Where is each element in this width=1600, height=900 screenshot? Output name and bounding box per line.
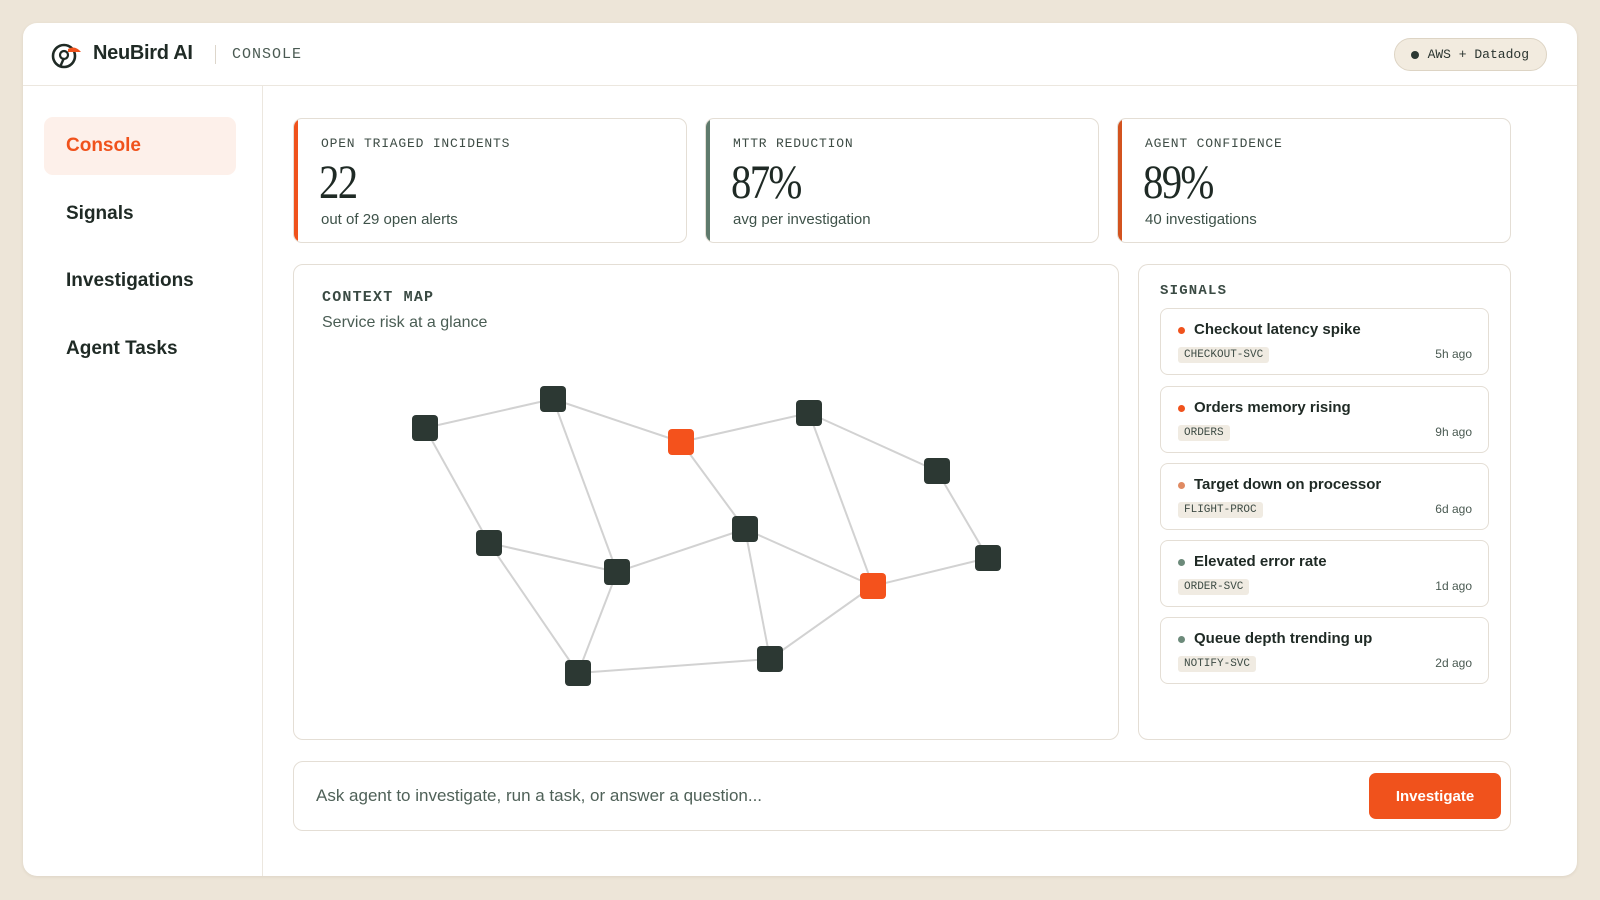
stat-value: 22 xyxy=(319,156,358,209)
signal-title: Queue depth trending up xyxy=(1194,630,1373,647)
sidebar-item-label: Console xyxy=(66,135,141,156)
sidebar: Console Signals Investigations Agent Tas… xyxy=(23,86,263,876)
signal-title: Orders memory rising xyxy=(1194,399,1351,416)
stat-subtext: out of 29 open alerts xyxy=(321,211,458,228)
graph-edge xyxy=(872,557,989,587)
sidebar-item-label: Signals xyxy=(66,203,134,224)
service-node[interactable] xyxy=(757,646,783,672)
neubird-logo-icon xyxy=(51,43,81,69)
signal-time: 2d ago xyxy=(1435,656,1472,670)
service-node[interactable] xyxy=(924,458,950,484)
service-node[interactable] xyxy=(412,415,438,441)
graph-edge xyxy=(577,571,618,674)
graph-edge xyxy=(552,398,682,443)
signal-time: 5h ago xyxy=(1435,347,1472,361)
signal-item[interactable]: Target down on processor FLIGHT-PROC 6d … xyxy=(1160,463,1489,530)
graph-edge xyxy=(680,441,746,530)
context-map-subtitle: Service risk at a glance xyxy=(322,314,488,331)
service-graph xyxy=(412,386,1001,686)
stat-subtext: avg per investigation xyxy=(733,211,871,228)
signal-item[interactable]: Elevated error rate ORDER-SVC 1d ago xyxy=(1160,540,1489,607)
service-tag: NOTIFY-SVC xyxy=(1178,656,1257,672)
service-node-at-risk[interactable] xyxy=(860,573,886,599)
stat-value: 89% xyxy=(1143,156,1214,209)
graph-edge xyxy=(488,542,579,674)
service-tag: ORDERS xyxy=(1178,425,1230,441)
signal-time: 9h ago xyxy=(1435,425,1472,439)
brand-name: NeuBird AI xyxy=(93,42,193,64)
severity-dot-icon xyxy=(1178,405,1185,412)
signal-item[interactable]: Checkout latency spike CHECKOUT-SVC 5h a… xyxy=(1160,308,1489,375)
severity-dot-icon xyxy=(1178,636,1185,643)
severity-dot-icon xyxy=(1178,327,1185,334)
stat-label: AGENT CONFIDENCE xyxy=(1145,136,1283,151)
top-header: NeuBird AI CONSOLE AWS + Datadog xyxy=(23,23,1577,86)
signal-item[interactable]: Orders memory rising ORDERS 9h ago xyxy=(1160,386,1489,453)
graph-edge xyxy=(424,427,490,544)
graph-edge xyxy=(488,542,618,573)
sidebar-item-label: Agent Tasks xyxy=(66,338,178,359)
signal-item[interactable]: Queue depth trending up NOTIFY-SVC 2d ag… xyxy=(1160,617,1489,684)
signal-title: Elevated error rate xyxy=(1194,553,1327,570)
graph-edge xyxy=(744,528,771,660)
sidebar-item-agent-tasks[interactable]: Agent Tasks xyxy=(44,320,236,378)
severity-dot-icon xyxy=(1178,482,1185,489)
integration-pill[interactable]: AWS + Datadog xyxy=(1393,38,1547,71)
service-node[interactable] xyxy=(565,660,591,686)
sidebar-item-signals[interactable]: Signals xyxy=(44,185,236,243)
stat-label: OPEN TRIAGED INCIDENTS xyxy=(321,136,511,151)
graph-nodes xyxy=(412,386,1001,686)
sidebar-item-investigations[interactable]: Investigations xyxy=(44,252,236,310)
signal-time: 1d ago xyxy=(1435,579,1472,593)
stat-accent-bar xyxy=(1118,119,1122,242)
stat-card-agent-confidence: AGENT CONFIDENCE 89% 40 investigations xyxy=(1117,118,1511,243)
stat-accent-bar xyxy=(294,119,298,242)
signals-panel: SIGNALS Checkout latency spike CHECKOUT-… xyxy=(1138,264,1511,740)
stat-card-open-incidents: OPEN TRIAGED INCIDENTS 22 out of 29 open… xyxy=(293,118,687,243)
graph-edge xyxy=(769,585,874,660)
section-label: CONSOLE xyxy=(232,46,303,63)
stat-value: 87% xyxy=(731,156,802,209)
agent-query-input[interactable] xyxy=(316,774,1356,818)
sidebar-item-label: Investigations xyxy=(66,270,194,291)
service-node[interactable] xyxy=(540,386,566,412)
context-map-title: CONTEXT MAP xyxy=(322,289,435,306)
graph-edge xyxy=(552,398,618,573)
service-tag: FLIGHT-PROC xyxy=(1178,502,1263,518)
service-node[interactable] xyxy=(604,559,630,585)
graph-edge xyxy=(744,528,874,587)
service-node[interactable] xyxy=(975,545,1001,571)
signals-title: SIGNALS xyxy=(1160,283,1228,299)
signal-time: 6d ago xyxy=(1435,502,1472,516)
stat-subtext: 40 investigations xyxy=(1145,211,1257,228)
status-dot-icon xyxy=(1410,50,1419,59)
stat-label: MTTR REDUCTION xyxy=(733,136,854,151)
sidebar-item-console[interactable]: Console xyxy=(44,117,236,175)
stat-accent-bar xyxy=(706,119,710,242)
graph-edge xyxy=(616,528,746,573)
graph-edge xyxy=(680,412,810,443)
graph-edge xyxy=(577,658,771,674)
header-divider xyxy=(215,45,216,64)
signal-title: Target down on processor xyxy=(1194,476,1382,493)
context-map-panel: CONTEXT MAP Service risk at a glance xyxy=(293,264,1119,740)
stat-card-mttr-reduction: MTTR REDUCTION 87% avg per investigation xyxy=(705,118,1099,243)
graph-edge xyxy=(424,398,554,429)
service-node-at-risk[interactable] xyxy=(668,429,694,455)
graph-edges xyxy=(424,398,989,674)
graph-edge xyxy=(936,470,989,559)
service-node[interactable] xyxy=(796,400,822,426)
integration-label: AWS + Datadog xyxy=(1427,47,1529,62)
service-node[interactable] xyxy=(732,516,758,542)
graph-edge xyxy=(808,412,874,587)
service-tag: ORDER-SVC xyxy=(1178,579,1250,595)
app-window: NeuBird AI CONSOLE AWS + Datadog Console… xyxy=(23,23,1577,876)
investigate-button[interactable]: Investigate xyxy=(1369,773,1501,819)
service-tag: CHECKOUT-SVC xyxy=(1178,347,1270,363)
severity-dot-icon xyxy=(1178,559,1185,566)
agent-query-bar: Investigate xyxy=(293,761,1511,831)
signal-title: Checkout latency spike xyxy=(1194,321,1361,338)
service-node[interactable] xyxy=(476,530,502,556)
